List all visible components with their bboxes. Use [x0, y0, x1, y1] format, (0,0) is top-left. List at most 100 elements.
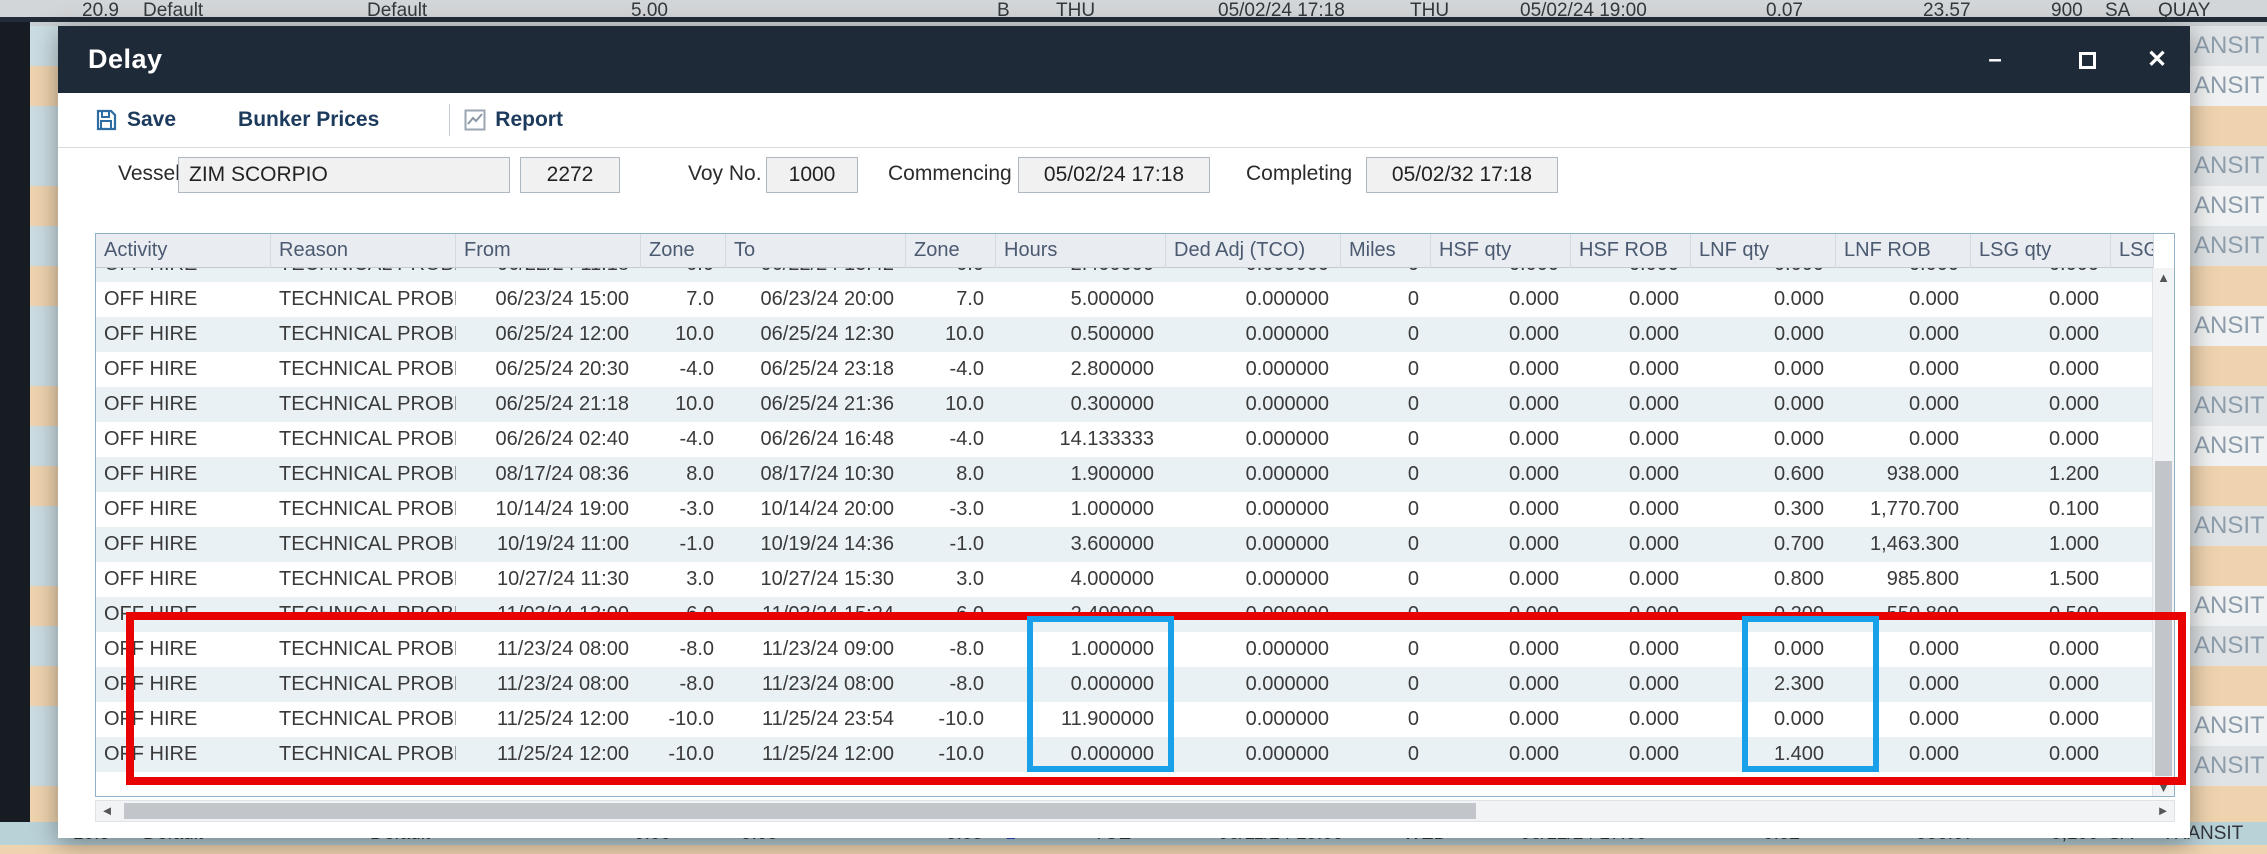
- horizontal-scrollbar[interactable]: ◄ ►: [95, 800, 2175, 822]
- column-header-lsg-rob[interactable]: LSG ROB: [2111, 234, 2154, 268]
- cell-lsg-rob: [2111, 317, 2154, 352]
- vertical-scrollbar[interactable]: ▲ ▼: [2152, 268, 2174, 797]
- column-header-activity[interactable]: Activity: [96, 234, 271, 268]
- cell-lnf-rob: 938.000: [1836, 457, 1971, 492]
- close-button[interactable]: ✕: [2140, 26, 2174, 93]
- cell-hsf-qty: 0.000: [1431, 702, 1571, 737]
- column-header-zone-to[interactable]: Zone: [906, 234, 996, 268]
- scroll-down-arrow-icon[interactable]: ▼: [2153, 780, 2174, 795]
- cell-hsf-rob: 0.000: [1571, 527, 1691, 562]
- column-header-zone-from[interactable]: Zone: [641, 234, 726, 268]
- background-strip-cell: [30, 586, 60, 626]
- delay-table-row[interactable]: OFF HIRETECHNICAL PROBLEMS11/25/24 12:00…: [96, 702, 2154, 737]
- delay-table-row[interactable]: OFF HIRETECHNICAL PROBLEMS11/23/24 08:00…: [96, 667, 2154, 702]
- cell-activity: OFF HIRE: [96, 667, 271, 702]
- column-header-hsf-rob[interactable]: HSF ROB: [1571, 234, 1691, 268]
- column-header-ded-adj-tco[interactable]: Ded Adj (TCO): [1166, 234, 1341, 268]
- background-strip-cell: [30, 386, 60, 426]
- horizontal-scrollbar-thumb[interactable]: [124, 803, 1476, 819]
- background-cell-text: Default: [143, 0, 203, 22]
- commencing-input[interactable]: [1018, 157, 1210, 193]
- column-header-miles[interactable]: Miles: [1341, 234, 1431, 268]
- cell-miles: 0: [1341, 492, 1431, 527]
- background-transit-label: ANSIT: [2190, 586, 2267, 626]
- background-cell-text: THU: [1056, 0, 1095, 22]
- maximize-button[interactable]: [2070, 26, 2104, 93]
- background-transit-label: ANSIT: [2190, 306, 2267, 346]
- commencing-label: Commencing: [888, 156, 1012, 192]
- vessel-input[interactable]: [178, 157, 510, 193]
- dialog-titlebar[interactable]: Delay – ✕: [58, 26, 2190, 93]
- delay-table-row[interactable]: OFF HIRETECHNICAL PROBLEMS10/14/24 19:00…: [96, 492, 2154, 527]
- delay-table-row[interactable]: OFF HIRETECHNICAL PROBLEMS06/25/24 20:30…: [96, 352, 2154, 387]
- cell-zone-to: -1.0: [906, 527, 996, 562]
- voy-no-input[interactable]: [766, 157, 858, 193]
- cell-activity: OFF HIRE: [96, 737, 271, 772]
- cell-lsg-rob: [2111, 737, 2154, 772]
- delay-table-row[interactable]: OFF HIRETECHNICAL PROBLEMS11/03/24 13:00…: [96, 597, 2154, 632]
- cell-zone-from: -1.0: [641, 527, 726, 562]
- delay-table-row[interactable]: OFF HIRETECHNICAL PROBLEMS06/25/24 21:18…: [96, 387, 2154, 422]
- column-header-lnf-qty[interactable]: LNF qty: [1691, 234, 1836, 268]
- cell-lsg-qty: 0.000: [1971, 632, 2111, 667]
- background-strip-cell: [30, 546, 60, 586]
- cell-zone-to: -4.0: [906, 352, 996, 387]
- column-header-lnf-rob[interactable]: LNF ROB: [1836, 234, 1971, 268]
- delay-table-row[interactable]: OFF HIRETECHNICAL PROBLEMS10/19/24 11:00…: [96, 527, 2154, 562]
- column-header-reason[interactable]: Reason: [271, 234, 456, 268]
- cell-hsf-qty: 0.000: [1431, 282, 1571, 317]
- cell-lnf-qty: 0.600: [1691, 457, 1836, 492]
- column-header-to[interactable]: To: [726, 234, 906, 268]
- delay-table-row[interactable]: OFF HIRETECHNICAL PROBLEMS11/23/24 08:00…: [96, 632, 2154, 667]
- delay-table-row[interactable]: OFF HIRETECHNICAL PROBLEMS06/25/24 12:00…: [96, 317, 2154, 352]
- delay-table-row[interactable]: OFF HIRETECHNICAL PROBLEMS06/22/24 11:18…: [96, 268, 2154, 282]
- scroll-right-arrow-icon[interactable]: ►: [2152, 801, 2174, 821]
- background-cell-text: 20.9: [82, 0, 119, 22]
- delay-table-row[interactable]: OFF HIRETECHNICAL PROBLEMS08/17/24 08:36…: [96, 457, 2154, 492]
- cell-ded-adj-tco: 0.000000: [1166, 667, 1341, 702]
- cell-lnf-rob: 0.000: [1836, 317, 1971, 352]
- cell-to: 06/22/24 13:42: [726, 268, 906, 282]
- cell-activity: OFF HIRE: [96, 268, 271, 282]
- scroll-up-arrow-icon[interactable]: ▲: [2153, 270, 2174, 285]
- delay-table-row[interactable]: OFF HIRETECHNICAL PROBLEMS06/26/24 02:40…: [96, 422, 2154, 457]
- bunker-prices-button[interactable]: Bunker Prices: [238, 108, 379, 132]
- scroll-left-arrow-icon[interactable]: ◄: [96, 801, 118, 821]
- column-header-from[interactable]: From: [456, 234, 641, 268]
- cell-lnf-qty: 0.200: [1691, 597, 1836, 632]
- cell-miles: 0: [1341, 268, 1431, 282]
- cell-activity: OFF HIRE: [96, 387, 271, 422]
- dialog-toolbar: Save Bunker Prices Report: [58, 93, 2190, 148]
- column-header-hsf-qty[interactable]: HSF qty: [1431, 234, 1571, 268]
- column-header-lsg-qty[interactable]: LSG qty: [1971, 234, 2111, 268]
- cell-lsg-rob: [2111, 352, 2154, 387]
- save-button[interactable]: Save: [94, 108, 176, 132]
- cell-lsg-rob: [2111, 527, 2154, 562]
- cell-ded-adj-tco: 0.000000: [1166, 597, 1341, 632]
- delay-table-row[interactable]: OFF HIRETECHNICAL PROBLEMS11/25/24 12:00…: [96, 737, 2154, 772]
- cell-from: 06/22/24 11:18: [456, 268, 641, 282]
- cell-miles: 0: [1341, 597, 1431, 632]
- cell-hsf-rob: 0.000: [1571, 268, 1691, 282]
- cell-from: 11/25/24 12:00: [456, 737, 641, 772]
- column-header-hours[interactable]: Hours: [996, 234, 1166, 268]
- completing-input[interactable]: [1366, 157, 1558, 193]
- minimize-button[interactable]: –: [1978, 26, 2012, 93]
- cell-lsg-rob: [2111, 268, 2154, 282]
- cell-lsg-rob: [2111, 597, 2154, 632]
- delay-table-row[interactable]: OFF HIRETECHNICAL PROBLEMS10/27/24 11:30…: [96, 562, 2154, 597]
- cell-lsg-qty: 0.500: [1971, 597, 2111, 632]
- cell-zone-from: 10.0: [641, 387, 726, 422]
- cell-ded-adj-tco: 0.000000: [1166, 422, 1341, 457]
- cell-hsf-qty: 0.000: [1431, 317, 1571, 352]
- cell-reason: TECHNICAL PROBLEMS: [271, 492, 456, 527]
- vertical-scrollbar-thumb[interactable]: [2155, 461, 2172, 776]
- delay-table-row[interactable]: OFF HIRETECHNICAL PROBLEMS06/23/24 15:00…: [96, 282, 2154, 317]
- cell-to: 06/25/24 12:30: [726, 317, 906, 352]
- background-cell-text: 0.07: [1766, 0, 1803, 22]
- vessel-code-input[interactable]: [520, 157, 620, 193]
- report-button[interactable]: Report: [464, 108, 563, 132]
- cell-ded-adj-tco: 0.000000: [1166, 702, 1341, 737]
- cell-hours: 5.000000: [996, 282, 1166, 317]
- cell-lnf-rob: 985.800: [1836, 562, 1971, 597]
